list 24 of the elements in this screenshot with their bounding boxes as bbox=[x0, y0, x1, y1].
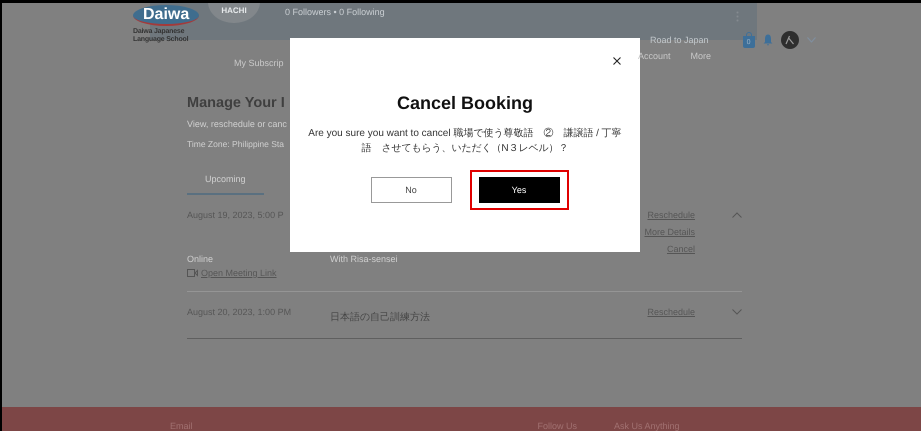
nav-link[interactable]: More bbox=[690, 51, 712, 61]
dialog-button[interactable]: No bbox=[370, 177, 452, 203]
close-icon[interactable] bbox=[613, 57, 621, 65]
page-subtitle: View, reschedule or canc bbox=[187, 119, 287, 129]
time-zone-label: Time Zone: Philippine Sta bbox=[187, 139, 284, 149]
dialog-button[interactable]: Yes bbox=[478, 177, 560, 203]
nav-link[interactable]: My Subscrip bbox=[234, 58, 284, 68]
logo-wordmark[interactable]: Daiwa bbox=[133, 5, 200, 26]
follower-stats: 0 Followers • 0 Following bbox=[285, 7, 385, 17]
tab[interactable]: Upcoming bbox=[187, 174, 264, 195]
nav-link[interactable]: Road to Japan bbox=[650, 35, 709, 45]
user-avatar-icon[interactable] bbox=[780, 31, 799, 49]
profile-avatar[interactable]: HACHI bbox=[208, 3, 260, 23]
notification-bell-icon[interactable] bbox=[762, 34, 773, 46]
teacher-name: With Risa-sensei bbox=[330, 254, 399, 266]
video-camera-icon bbox=[187, 269, 198, 277]
chevron-up-icon[interactable] bbox=[732, 212, 742, 218]
booking-title: 日本語の自己訓練方法 bbox=[330, 312, 430, 323]
dialog-message: Are you sure you want to cancel 職場で使う尊敬語 ② 謙譲語 / 丁寧語 させてもらう、いただく（N３レベル）？ bbox=[307, 126, 623, 156]
page-title: Manage Your I bbox=[187, 95, 285, 111]
booking-location: Online bbox=[187, 254, 214, 264]
dialog-title: Cancel Booking bbox=[396, 93, 534, 114]
chevron-down-icon[interactable] bbox=[806, 37, 816, 43]
chevron-down-icon[interactable] bbox=[732, 309, 742, 315]
